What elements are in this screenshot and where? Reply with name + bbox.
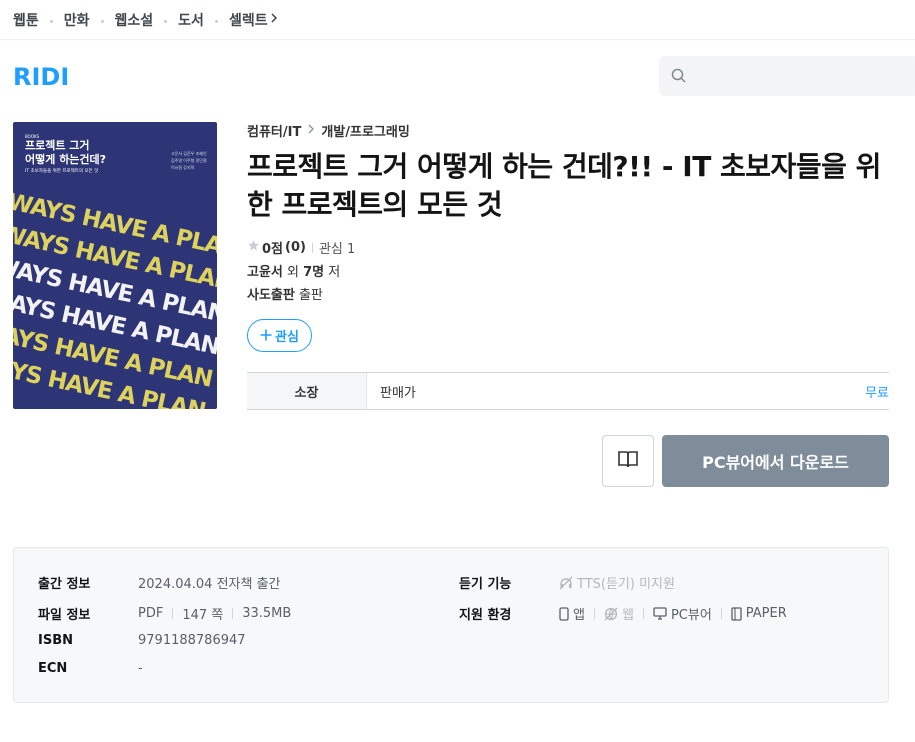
publisher-line: 사도출판 출판 (247, 284, 323, 303)
nav-select[interactable]: 셀렉트 (229, 10, 278, 30)
file-format: PDF (138, 606, 164, 621)
meta-publish-label: 출간 정보 (38, 577, 91, 592)
divider (593, 608, 595, 619)
category-nav: 웹툰 만화 웹소설 도서 셀렉트 (0, 0, 915, 40)
author-line: 고윤서 외 7명 저 (247, 261, 340, 280)
meta-file-label: 파일 정보 (38, 608, 91, 623)
author-name[interactable]: 고윤서 (247, 265, 283, 280)
open-book-icon (617, 449, 639, 473)
cover-slogan-stripes: ALWAYS HAVE A PLAN ALWAYS HAVE A PLAN AL… (13, 180, 217, 409)
nav-separator (214, 20, 218, 23)
divider (311, 242, 313, 253)
cover-subtitle: IT 초보자들을 위한 프로젝트의 모든 것 (25, 169, 99, 174)
chevron-right-icon (270, 12, 278, 28)
meta-isbn-label: ISBN (38, 633, 73, 648)
meta-ecn-value: - (138, 661, 143, 676)
nav-books[interactable]: 도서 (178, 10, 204, 30)
rating-count: (0) (285, 240, 306, 255)
price-value: 무료 (865, 385, 889, 401)
divider (172, 608, 174, 619)
meta-ecn-row: ECN - (38, 661, 143, 676)
star-icon (247, 239, 260, 256)
file-size: 33.5MB (242, 606, 292, 621)
price-type-label: 소장 (247, 373, 367, 409)
breadcrumb-category[interactable]: 컴퓨터/IT (247, 121, 301, 140)
wishlist-label: 관심 (275, 330, 299, 345)
author-count[interactable]: 7명 (303, 265, 324, 280)
price-name: 판매가 (380, 385, 416, 401)
download-pc-viewer-button[interactable]: PC뷰어에서 다운로드 (662, 435, 889, 487)
search-bar[interactable] (659, 56, 915, 96)
author-extra: 외 (282, 265, 304, 280)
file-pages: 147 쪽 (182, 608, 224, 623)
interest-count: 관심 1 (318, 242, 356, 257)
price-table: 소장 판매가 무료 (247, 372, 889, 410)
rating-row: 0점 (0) 관심 1 (247, 238, 355, 257)
nav-webtoon[interactable]: 웹툰 (13, 10, 39, 30)
nav-webnovel[interactable]: 웹소설 (115, 10, 154, 30)
meta-isbn-value: 9791188786947 (138, 633, 246, 648)
meta-listen-row: 듣기 기능 TTS(듣기) 미지원 (459, 573, 675, 592)
meta-ecn-label: ECN (38, 661, 68, 676)
meta-env-label: 지원 환경 (459, 608, 512, 623)
book-meta-panel: 출간 정보 2024.04.04 전자책 출간 파일 정보 PDF 147 쪽 … (13, 547, 889, 703)
web-off-icon (604, 607, 618, 621)
breadcrumb: 컴퓨터/IT 개발/프로그래밍 (247, 121, 410, 140)
wishlist-button[interactable]: 관심 (247, 319, 312, 352)
search-input[interactable] (695, 68, 895, 84)
cover-title: 프로젝트 그거 어떻게 하는건데? (25, 139, 107, 166)
meta-listen-value: TTS(듣기) 미지원 (559, 573, 675, 592)
book-title: 프로젝트 그거 어떻게 하는 건데?!! - IT 초보자들을 위한 프로젝트의… (247, 150, 881, 221)
nav-separator (100, 20, 104, 23)
env-web: 웹 (621, 608, 634, 623)
book-cover[interactable]: BOOKS 프로젝트 그거 어떻게 하는건데? IT 초보자들을 위한 프로젝트… (13, 122, 217, 409)
meta-publish-row: 출간 정보 2024.04.04 전자책 출간 (38, 573, 281, 592)
meta-file-row: 파일 정보 PDF 147 쪽 33.5MB (38, 604, 291, 623)
divider (232, 608, 234, 619)
search-icon (671, 68, 687, 84)
preview-button[interactable] (602, 435, 654, 487)
publisher-suffix: 출판 (294, 288, 323, 303)
nav-separator (164, 20, 168, 23)
ridi-logo[interactable]: RIDI (13, 63, 69, 91)
tts-label: TTS(듣기) 미지원 (577, 577, 675, 592)
nav-select-label: 셀렉트 (228, 12, 268, 29)
meta-file-value: PDF 147 쪽 33.5MB (138, 604, 291, 623)
env-pc: PC뷰어 (670, 608, 712, 623)
nav-separator (49, 20, 53, 23)
meta-publish-value: 2024.04.04 전자책 출간 (138, 577, 281, 592)
meta-isbn-row: ISBN 9791188786947 (38, 633, 246, 648)
divider (720, 608, 722, 619)
author-suffix: 저 (324, 265, 341, 280)
plus-icon (260, 327, 272, 345)
chevron-right-icon (308, 123, 315, 138)
tts-off-icon (559, 576, 573, 590)
divider (642, 608, 644, 619)
paper-device-icon (731, 606, 742, 621)
env-paper: PAPER (745, 606, 787, 621)
breadcrumb-subcategory[interactable]: 개발/프로그래밍 (321, 121, 409, 140)
meta-env-row: 지원 환경 앱 웹 PC뷰어 PAPER (459, 604, 787, 623)
meta-listen-label: 듣기 기능 (459, 577, 512, 592)
cover-authors: 고윤서 김준우 조혜인 김주영 이주형 정민철 이서원 강지혁 (171, 151, 207, 170)
meta-env-value: 앱 웹 PC뷰어 PAPER (559, 604, 787, 623)
publisher-name[interactable]: 사도출판 (247, 288, 295, 303)
nav-comics[interactable]: 만화 (64, 10, 90, 30)
env-app: 앱 (573, 608, 585, 623)
monitor-icon (653, 607, 667, 620)
phone-icon (559, 606, 569, 621)
rating-score: 0점 (262, 242, 284, 257)
